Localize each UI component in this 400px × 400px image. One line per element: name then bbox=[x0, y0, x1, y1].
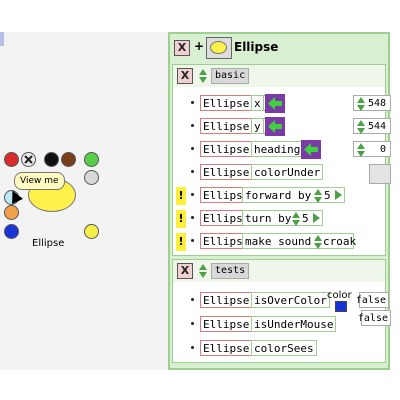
basic-category-header: X basic bbox=[173, 65, 385, 87]
basic-category-pane: X basic Ellipse's x 548 Ellipse's y 544 … bbox=[172, 64, 391, 256]
value-stepper-arrows[interactable] bbox=[357, 120, 365, 134]
arg-stepper-arrows[interactable] bbox=[314, 189, 322, 203]
sound-arg-value[interactable]: croak bbox=[323, 234, 356, 250]
slot-row-colorunder: Ellipse's colorUnder bbox=[173, 162, 391, 184]
heading-value: 0 bbox=[379, 144, 386, 155]
command-label: make sound bbox=[245, 235, 312, 248]
halo-drag-handle[interactable] bbox=[61, 152, 76, 167]
slot-name-heading[interactable]: heading bbox=[251, 141, 304, 157]
isovercolor-value-field[interactable]: false bbox=[355, 292, 389, 308]
halo-viewer-handle[interactable] bbox=[84, 170, 99, 185]
halo-grab-handle[interactable] bbox=[44, 152, 59, 167]
slot-name-isovercolor[interactable]: isOverColor bbox=[251, 292, 330, 308]
row-bullet bbox=[191, 193, 194, 196]
slot-row-x: Ellipse's x 548 bbox=[173, 93, 391, 115]
run-triangle-icon[interactable] bbox=[313, 213, 320, 223]
arg-stepper-arrows[interactable] bbox=[292, 212, 300, 226]
command-row-sound: ! Ellipse make sound croak bbox=[173, 231, 385, 253]
object-thumbnail[interactable] bbox=[206, 37, 232, 59]
row-bullet bbox=[191, 216, 194, 219]
add-category-button[interactable]: + bbox=[194, 39, 204, 53]
halo-delete-handle[interactable] bbox=[4, 152, 19, 167]
category-chooser-arrows[interactable] bbox=[199, 264, 207, 278]
basic-category-close-button[interactable]: X bbox=[177, 68, 193, 84]
assign-arrow-x[interactable] bbox=[265, 94, 285, 113]
viewer-header: X + Ellipse bbox=[170, 34, 390, 62]
halo-resize-handle[interactable] bbox=[84, 224, 99, 239]
run-triangle-icon[interactable] bbox=[335, 190, 342, 200]
slot-name-y[interactable]: y bbox=[251, 118, 264, 134]
halo-close-handle[interactable] bbox=[21, 152, 36, 167]
row-bullet bbox=[191, 322, 194, 325]
row-bullet bbox=[191, 239, 194, 242]
y-value-field[interactable]: 544 bbox=[353, 118, 391, 134]
halo-color-handle[interactable] bbox=[4, 224, 19, 239]
command-make-sound[interactable]: make sound croak bbox=[242, 233, 356, 250]
halo-scale-handle[interactable] bbox=[4, 205, 19, 220]
green-left-arrow-icon bbox=[304, 143, 318, 156]
assign-arrow-y[interactable] bbox=[265, 117, 285, 136]
test-row-isundermouse: Ellipse's isUnderMouse false bbox=[173, 310, 391, 336]
viewer-title: Ellipse bbox=[234, 40, 279, 54]
value-stepper-arrows[interactable] bbox=[357, 143, 365, 157]
command-turn-by[interactable]: turn by 5 bbox=[242, 210, 323, 226]
row-bullet bbox=[191, 170, 194, 173]
row-bullet bbox=[191, 298, 194, 301]
slot-name-isundermouse[interactable]: isUnderMouse bbox=[251, 316, 337, 332]
y-value: 544 bbox=[367, 121, 386, 132]
isovercolor-value: false bbox=[355, 295, 386, 306]
forward-arg-value[interactable]: 5 bbox=[324, 188, 331, 204]
row-bullet bbox=[191, 346, 194, 349]
row-bullet bbox=[191, 101, 194, 104]
assign-arrow-heading[interactable] bbox=[301, 140, 321, 159]
category-chooser-arrows[interactable] bbox=[199, 69, 207, 83]
halo-duplicate-handle[interactable] bbox=[84, 152, 99, 167]
x-value-field[interactable]: 548 bbox=[353, 95, 391, 111]
heading-value-field[interactable]: 0 bbox=[353, 141, 391, 157]
tests-category-close-button[interactable]: X bbox=[177, 263, 193, 279]
test-row-isovercolor: Ellipse's isOverColor color false bbox=[173, 290, 389, 312]
row-bullet bbox=[191, 147, 194, 150]
slot-name-colorunder[interactable]: colorUnder bbox=[251, 164, 324, 180]
command-row-forward: ! Ellipse forward by 5 bbox=[173, 185, 385, 207]
object-viewer: X + Ellipse X basic Ellipse's x 548 Elli… bbox=[168, 32, 391, 370]
color-swatch[interactable] bbox=[335, 301, 347, 312]
world-canvas[interactable] bbox=[0, 32, 168, 370]
color-under-readout[interactable] bbox=[369, 164, 391, 184]
slot-name-x[interactable]: x bbox=[251, 95, 264, 111]
color-param-label: color bbox=[327, 290, 352, 301]
x-value: 548 bbox=[367, 98, 386, 109]
tests-category-header: X tests bbox=[173, 260, 385, 282]
object-name-label: Ellipse bbox=[32, 238, 65, 249]
isundermouse-value: false bbox=[357, 313, 388, 324]
close-x-icon bbox=[24, 155, 33, 164]
slot-row-heading: Ellipse's heading 0 bbox=[173, 139, 391, 161]
turn-arg-value[interactable]: 5 bbox=[302, 211, 309, 227]
command-label: forward by bbox=[245, 189, 312, 202]
test-row-colorsees: Ellipse's colorSees bbox=[173, 338, 385, 360]
viewer-close-button[interactable]: X bbox=[174, 40, 190, 56]
category-label-basic[interactable]: basic bbox=[211, 68, 250, 84]
slot-row-y: Ellipse's y 544 bbox=[173, 116, 391, 138]
isundermouse-value-field[interactable]: false bbox=[357, 310, 391, 326]
row-bullet bbox=[191, 124, 194, 127]
arg-stepper-arrows[interactable] bbox=[314, 235, 322, 249]
run-once-button[interactable]: ! bbox=[176, 210, 186, 228]
run-once-button[interactable]: ! bbox=[176, 233, 186, 251]
run-once-button[interactable]: ! bbox=[176, 187, 186, 205]
command-row-turn: ! Ellipse turn by 5 bbox=[173, 208, 385, 230]
ellipse-thumbnail-icon bbox=[210, 41, 227, 54]
world-edge-strip bbox=[0, 32, 4, 46]
slot-name-colorsees[interactable]: colorSees bbox=[251, 340, 317, 356]
view-me-balloon: View me bbox=[14, 172, 65, 190]
category-label-tests[interactable]: tests bbox=[211, 263, 250, 279]
command-forward-by[interactable]: forward by 5 bbox=[242, 187, 345, 203]
tests-category-pane: X tests Ellipse's isOverColor color fals… bbox=[172, 259, 391, 363]
green-left-arrow-icon bbox=[268, 97, 282, 110]
value-stepper-arrows[interactable] bbox=[357, 97, 365, 111]
green-left-arrow-icon bbox=[268, 120, 282, 133]
command-label: turn by bbox=[245, 212, 292, 225]
